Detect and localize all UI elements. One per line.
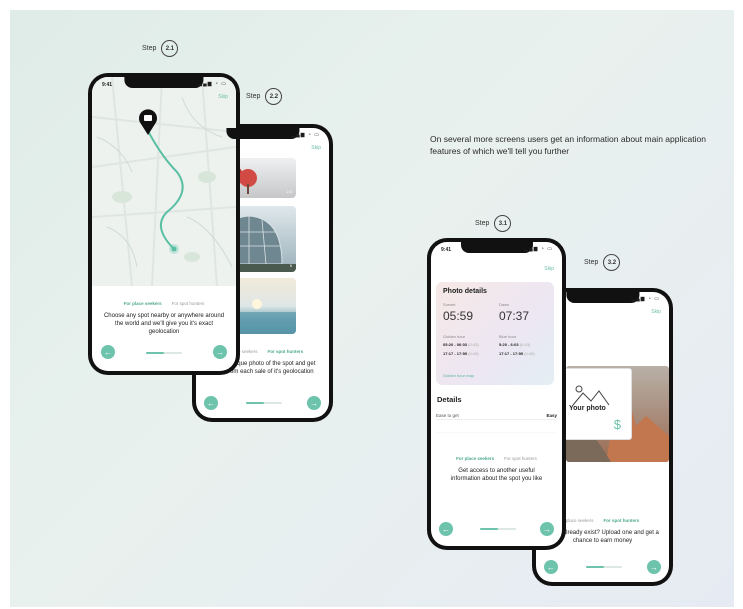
status-icons: ▂▄▆ ◔ ▭ (524, 246, 553, 252)
back-button[interactable]: ← (544, 560, 558, 574)
arrow-right-icon: → (216, 347, 224, 357)
headline-text: On several more screens users get an inf… (430, 134, 706, 156)
sunset-label: Sunset (443, 302, 456, 307)
notch (124, 77, 204, 88)
your-photo-label: Your photo (569, 405, 606, 412)
next-button[interactable]: → (647, 560, 661, 574)
golden-hour-1: 05:20 - 06:03 (0:43) (443, 342, 479, 347)
detail-label: Ease to get (436, 412, 459, 418)
map-view[interactable] (92, 77, 236, 287)
next-button[interactable]: → (213, 345, 227, 359)
phone-screen: 9:41 ▂▄▆ ◔ ▭ Skip Photo details Sunset 0… (431, 242, 562, 546)
skip-button[interactable]: Skip (218, 94, 228, 100)
tab-place-seekers[interactable]: place seekers (566, 518, 594, 523)
status-icons: ▂▄▆ ◔ ▭ (631, 296, 660, 302)
golden-hour-map-link[interactable]: Golden hour map (443, 373, 474, 378)
progress-bar (480, 528, 516, 530)
phone-step-3-1: 9:41 ▂▄▆ ◔ ▭ Skip Photo details Sunset 0… (427, 238, 566, 550)
golden-hour-label: Golden hour (443, 334, 466, 339)
sunset-time: 05:59 (443, 309, 474, 323)
progress-bar (246, 402, 282, 404)
step-3-1-label: Step 3.1 (475, 215, 512, 232)
notch (565, 292, 640, 303)
presentation-canvas: Step 2.1 Step 2.2 Step 3.1 Step 3.2 On s… (10, 10, 734, 607)
step-word: Step (584, 259, 599, 266)
skip-button[interactable]: Skip (544, 266, 554, 272)
tab-spot-hunters[interactable]: For spot hunters (504, 456, 537, 461)
back-button[interactable]: ← (101, 345, 115, 359)
step-2-1-label: Step 2.1 (142, 40, 179, 57)
step-word: Step (246, 93, 261, 100)
blue-hour-1: 5:20 - 6:03 (0:43) (499, 342, 531, 347)
photo-views: 5 (289, 263, 292, 268)
photo-details-card: Photo details Sunset 05:59 Dawn 07:37 Go… (436, 282, 554, 385)
card-title: Photo details (443, 288, 487, 295)
status-icons: ▂▄▆ ◔ ▭ (291, 132, 320, 138)
blue-hour-label: Blue hour (499, 334, 517, 339)
step-number: 2.1 (161, 40, 179, 57)
phone-screen: 9:41 ▂▄▆ ◔ ▭ Skip For place seekers For … (92, 77, 236, 371)
map-icon (92, 77, 236, 287)
arrow-left-icon: ← (104, 347, 112, 357)
progress-bar (146, 352, 182, 354)
tab-spot-hunters[interactable]: For spot hunters (172, 301, 205, 306)
skip-button[interactable]: Skip (651, 309, 661, 315)
arrow-right-icon: → (650, 562, 658, 572)
blue-hour-2: 17:17 - 17:59 (0:43) (499, 351, 535, 356)
detail-value: Easy (546, 412, 557, 418)
step-number: 2.2 (265, 88, 283, 105)
details-title: Details (437, 395, 462, 404)
step-word: Step (142, 45, 157, 52)
audience-tabs: For place seekers For spot hunters (431, 456, 562, 461)
photo-views: 2.4 (286, 189, 292, 194)
dawn-time: 07:37 (499, 309, 530, 323)
step-word: Step (475, 220, 490, 227)
arrow-left-icon: ← (547, 562, 555, 572)
phone-step-2-1: 9:41 ▂▄▆ ◔ ▭ Skip For place seekers For … (88, 73, 240, 375)
arrow-left-icon: ← (442, 524, 450, 534)
status-time: 9:41 (102, 82, 113, 88)
step-3-2-label: Step 3.2 (584, 254, 621, 271)
step-number: 3.1 (494, 215, 512, 232)
progress-bar (586, 566, 622, 568)
dollar-icon: $ (613, 417, 621, 432)
tab-place-seekers[interactable]: For place seekers (124, 301, 162, 306)
notch (460, 242, 533, 253)
detail-row-ease: Ease to get Easy (436, 411, 557, 420)
status-time: 9:41 (441, 247, 452, 253)
next-button[interactable]: → (540, 522, 554, 536)
tab-spot-hunters[interactable]: For spot hunters (268, 349, 304, 354)
dawn-label: Dawn (499, 302, 510, 307)
back-button[interactable]: ← (439, 522, 453, 536)
tab-place-seekers[interactable]: For place seekers (456, 456, 494, 461)
notch (225, 128, 300, 139)
status-icons: ▂▄▆ ◔ ▭ (198, 81, 227, 87)
onboarding-text: Get access to another useful information… (450, 468, 543, 482)
arrow-left-icon: ← (207, 398, 215, 408)
upload-photo-card[interactable]: Your photo $ (556, 368, 632, 440)
arrow-right-icon: → (310, 398, 318, 408)
audience-tabs: For place seekers For spot hunters (92, 301, 236, 306)
next-button[interactable]: → (307, 396, 321, 410)
step-number: 3.2 (603, 254, 621, 271)
onboarding-text: Choose any spot nearby or anywhere aroun… (103, 313, 225, 335)
detail-row-faded (436, 424, 557, 433)
back-button[interactable]: ← (204, 396, 218, 410)
golden-hour-2: 17:17 - 17:59 (0:43) (443, 351, 479, 356)
tab-spot-hunters[interactable]: For spot hunters (604, 518, 640, 523)
step-2-2-label: Step 2.2 (246, 88, 283, 105)
arrow-right-icon: → (543, 524, 551, 534)
skip-button[interactable]: Skip (311, 145, 321, 151)
